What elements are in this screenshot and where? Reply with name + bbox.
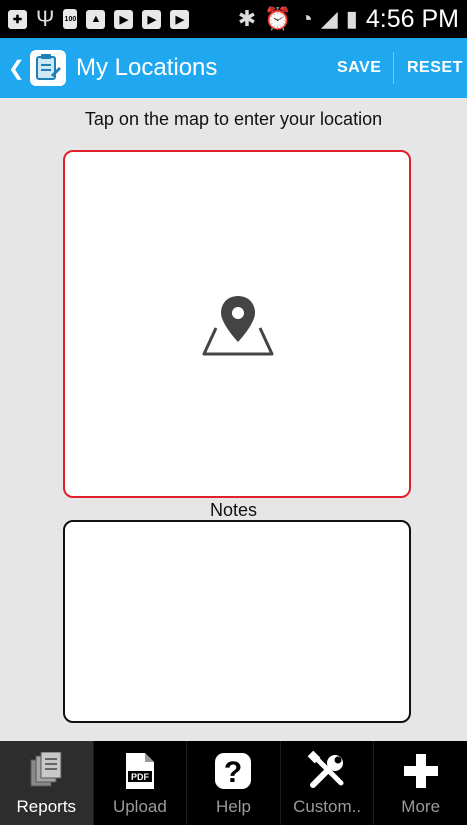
battery-icon: ▮ bbox=[345, 6, 358, 31]
system-status: ✱ ⏰ ◔ ◢ ▮ 4:56 PM bbox=[238, 0, 459, 38]
battery-badge-icon: 100 bbox=[63, 9, 78, 29]
add-notification-icon: ✚ bbox=[8, 9, 27, 29]
app-logo-icon[interactable] bbox=[30, 50, 66, 86]
tab-upload[interactable]: PDF Upload bbox=[94, 741, 188, 825]
tab-help[interactable]: ? Help bbox=[187, 741, 281, 825]
battery-badge-text: 100 bbox=[64, 15, 77, 23]
notes-field[interactable] bbox=[63, 520, 411, 723]
reset-button[interactable]: RESET bbox=[407, 38, 463, 98]
video-icon-3: ▶ bbox=[170, 9, 190, 29]
notes-label: Notes bbox=[209, 500, 258, 520]
help-icon: ? bbox=[211, 751, 255, 791]
tab-custom-label: Custom.. bbox=[293, 797, 362, 816]
video-icon-1: ▶ bbox=[114, 9, 134, 29]
clock: 4:56 PM bbox=[365, 4, 459, 33]
map-pin-icon bbox=[202, 296, 274, 356]
tab-custom[interactable]: Custom.. bbox=[281, 741, 375, 825]
tab-reports[interactable]: Reports bbox=[0, 741, 94, 825]
tab-upload-label: Upload bbox=[112, 797, 167, 816]
page-title: My Locations bbox=[76, 54, 218, 81]
bluetooth-icon: ✱ bbox=[237, 6, 257, 31]
wifi-icon: ◔ bbox=[299, 6, 313, 31]
gallery-icon: ▲ bbox=[86, 9, 106, 29]
tools-icon bbox=[305, 751, 349, 791]
alarm-icon: ⏰ bbox=[264, 6, 292, 31]
usb-icon: Ψ bbox=[36, 6, 55, 31]
map-instruction: Tap on the map to enter your location bbox=[84, 109, 383, 129]
reports-icon bbox=[24, 751, 68, 791]
plus-icon bbox=[399, 751, 443, 791]
video-icon-2: ▶ bbox=[142, 9, 162, 29]
save-button[interactable]: SAVE bbox=[337, 38, 381, 98]
tab-help-label: Help bbox=[216, 797, 251, 816]
tab-more[interactable]: More bbox=[374, 741, 467, 825]
tab-reports-label: Reports bbox=[16, 797, 77, 816]
signal-icon: ◢ bbox=[320, 6, 338, 31]
back-chevron-icon[interactable]: ❮ bbox=[8, 56, 25, 81]
svg-text:?: ? bbox=[224, 756, 242, 789]
action-bar: ❮ My Locations SAVE RESET bbox=[0, 38, 467, 98]
action-divider bbox=[393, 52, 394, 84]
status-bar: ✚ Ψ 100 ▲ ▶ ▶ ▶ ✱ ⏰ ◔ ◢ ▮ 4:56 PM bbox=[0, 0, 467, 38]
bottom-tab-bar: Reports PDF Upload ? Help Custom.. More bbox=[0, 741, 467, 825]
reset-button-label: RESET bbox=[407, 59, 463, 76]
save-button-label: SAVE bbox=[337, 59, 382, 76]
pdf-icon: PDF bbox=[118, 751, 162, 791]
svg-text:PDF: PDF bbox=[131, 772, 150, 782]
map-area[interactable] bbox=[63, 150, 411, 498]
tab-more-label: More bbox=[401, 797, 441, 816]
notification-icons: ✚ Ψ 100 ▲ ▶ ▶ ▶ bbox=[0, 6, 190, 31]
